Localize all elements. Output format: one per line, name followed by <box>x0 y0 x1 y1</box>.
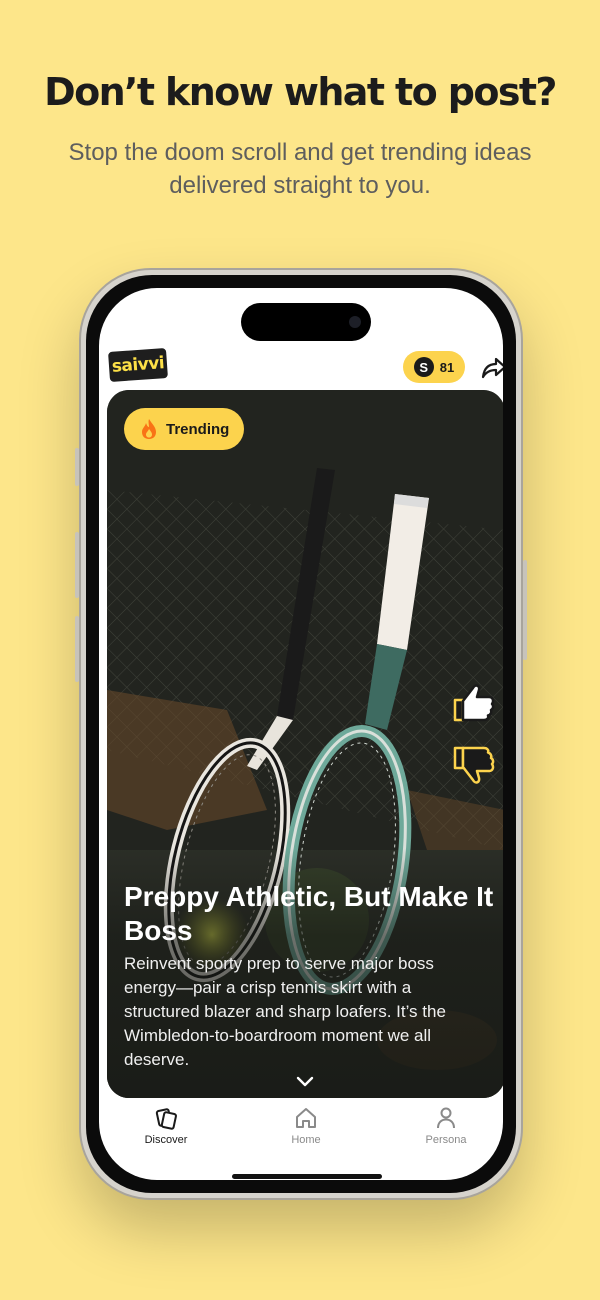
trending-badge: Trending <box>124 408 244 450</box>
phone-bezel: saivvi S 81 Trending Preppy Athletic, Bu… <box>86 275 516 1193</box>
headline: Don’t know what to post? <box>44 70 557 114</box>
tab-persona[interactable]: Persona <box>401 1104 491 1146</box>
action-button <box>75 448 79 486</box>
thumbs-up-icon[interactable] <box>451 680 497 724</box>
idea-card[interactable]: Trending Preppy Athletic, But Make It Bo… <box>107 390 503 1098</box>
tab-discover-label: Discover <box>144 1134 188 1146</box>
chevron-down-icon[interactable] <box>296 1076 314 1088</box>
coin-balance[interactable]: S 81 <box>403 351 465 383</box>
tab-discover[interactable]: Discover <box>121 1104 211 1146</box>
share-arrow-icon[interactable] <box>481 356 503 380</box>
trending-badge-label: Trending <box>166 420 230 438</box>
volume-down-button <box>75 616 79 682</box>
logo-text: saivvi <box>111 353 165 377</box>
thumbs-down-icon[interactable] <box>451 744 497 788</box>
tab-persona-label: Persona <box>425 1134 467 1146</box>
idea-description: Reinvent sporty prep to serve major boss… <box>124 954 446 1069</box>
camera-dot <box>349 316 361 328</box>
person-icon <box>437 1107 455 1129</box>
phone-frame: saivvi S 81 Trending Preppy Athletic, Bu… <box>75 268 527 1200</box>
home-icon <box>296 1108 316 1128</box>
app-logo: saivvi <box>108 348 168 382</box>
phone-screen: saivvi S 81 Trending Preppy Athletic, Bu… <box>99 288 503 1180</box>
subheadline: Stop the doom scroll and get trending id… <box>68 139 532 199</box>
coin-count: 81 <box>439 359 455 375</box>
tab-home[interactable]: Home <box>261 1104 351 1146</box>
tab-bar: Discover Home Persona <box>99 1104 503 1164</box>
dynamic-island <box>241 303 371 341</box>
tab-home-label: Home <box>291 1134 321 1146</box>
flame-icon <box>142 419 156 439</box>
home-indicator <box>232 1174 382 1179</box>
cards-icon <box>155 1108 177 1130</box>
power-button <box>523 560 527 660</box>
idea-title: Preppy Athletic, But Make It Boss <box>124 881 494 946</box>
volume-up-button <box>75 532 79 598</box>
coin-icon: S <box>413 357 434 377</box>
